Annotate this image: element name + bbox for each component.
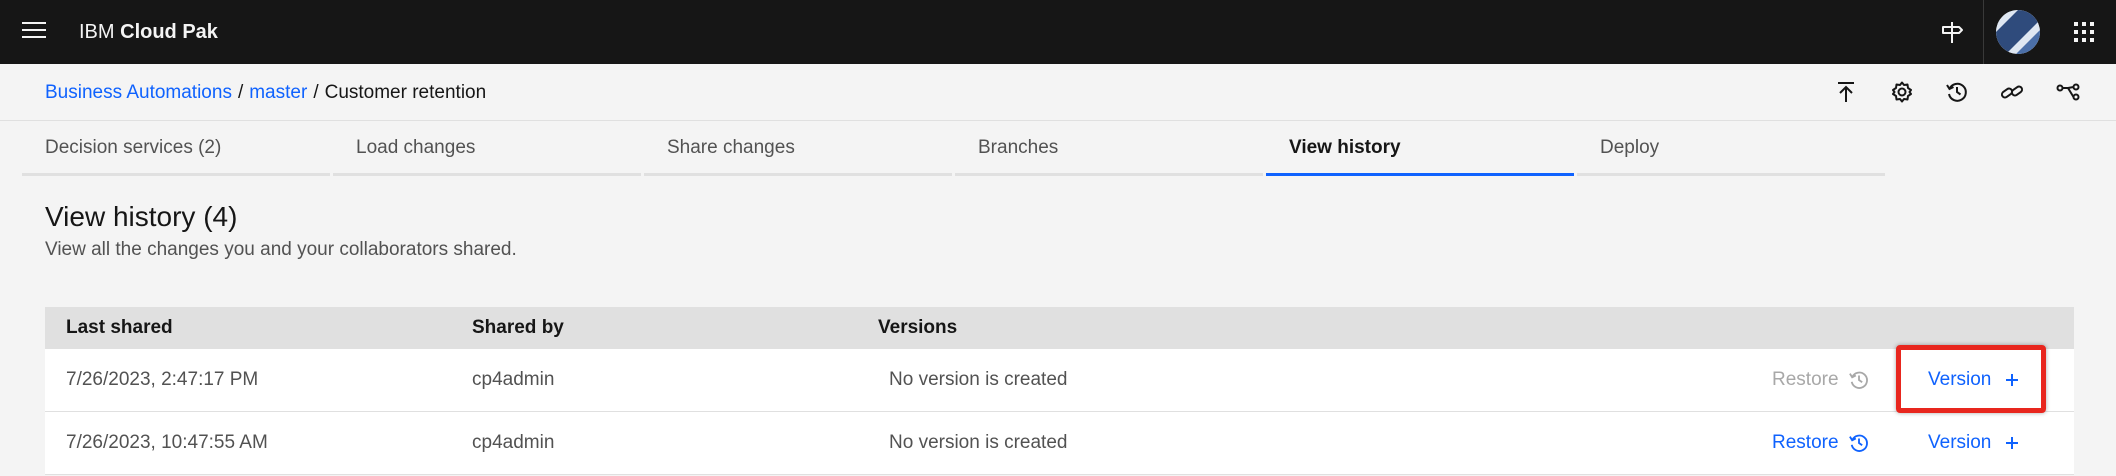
column-versions: Versions: [878, 317, 958, 338]
brand-product: Cloud Pak: [120, 21, 218, 43]
cell-last-shared: 7/26/2023, 10:47:55 AM: [66, 432, 268, 453]
plus-icon: [2006, 437, 2019, 449]
signpost-icon[interactable]: [1934, 14, 1970, 50]
brand-prefix: IBM: [79, 21, 115, 43]
top-header: IBM Cloud Pak: [0, 0, 2116, 64]
table-row: 7/26/2023, 2:47:17 PM cp4admin No versio…: [45, 349, 2074, 412]
breadcrumb-separator: /: [313, 82, 319, 103]
settings-icon[interactable]: [1888, 78, 1916, 106]
breadcrumb-current: Customer retention: [324, 82, 487, 103]
tab-deploy[interactable]: Deploy: [1577, 120, 1885, 176]
user-avatar[interactable]: [1996, 10, 2040, 54]
restore-button[interactable]: Restore: [1772, 426, 1869, 460]
link-icon[interactable]: [1998, 78, 2026, 106]
cell-shared-by: cp4admin: [472, 369, 555, 390]
highlight-annotation: [1896, 345, 2046, 413]
brand-name[interactable]: IBM Cloud Pak: [79, 19, 218, 45]
column-last-shared: Last shared: [66, 317, 173, 338]
cell-versions: No version is created: [889, 369, 1068, 390]
breadcrumb-bar: Business Automations / master / Customer ret…: [0, 64, 2116, 121]
breadcrumb-separator: /: [237, 82, 244, 103]
create-version-button[interactable]: Version: [1928, 426, 2019, 460]
tab-decision-services[interactable]: Decision services (2): [22, 120, 330, 176]
breadcrumb-business-automations[interactable]: Business Automations: [45, 82, 232, 103]
tab-share-changes[interactable]: Share changes: [644, 120, 952, 176]
cell-last-shared: 7/26/2023, 2:47:17 PM: [66, 369, 259, 390]
restore-icon: [1848, 434, 1868, 452]
table-header: Last shared Shared by Versions: [45, 307, 2074, 349]
history-icon[interactable]: [1943, 78, 1971, 106]
history-table: Last shared Shared by Versions 7/26/2023…: [45, 307, 2074, 475]
restore-label: Restore: [1772, 432, 1839, 453]
table-row: 7/26/2023, 10:47:55 AM cp4admin No versi…: [45, 412, 2074, 475]
column-shared-by: Shared by: [472, 317, 564, 338]
cell-shared-by: cp4admin: [472, 432, 555, 453]
page-title: View history (4): [45, 201, 238, 232]
share-upload-icon[interactable]: [1832, 78, 1860, 106]
app-switcher-icon[interactable]: [2066, 14, 2102, 50]
page-subtitle: View all the changes you and your collab…: [45, 239, 517, 260]
branch-icon[interactable]: [2054, 78, 2082, 106]
breadcrumb: Business Automations / master / Customer ret…: [45, 81, 486, 105]
header-divider: [1983, 0, 1984, 64]
tab-view-history[interactable]: View history: [1266, 120, 1574, 176]
restore-icon: [1848, 371, 1868, 389]
tab-load-changes[interactable]: Load changes: [333, 120, 641, 176]
menu-icon[interactable]: [22, 22, 46, 42]
restore-label: Restore: [1772, 369, 1839, 390]
restore-button[interactable]: Restore: [1772, 363, 1869, 397]
breadcrumb-master[interactable]: master: [249, 82, 307, 103]
cell-versions: No version is created: [889, 432, 1068, 453]
tab-branches[interactable]: Branches: [955, 120, 1263, 176]
version-label: Version: [1928, 432, 1992, 453]
